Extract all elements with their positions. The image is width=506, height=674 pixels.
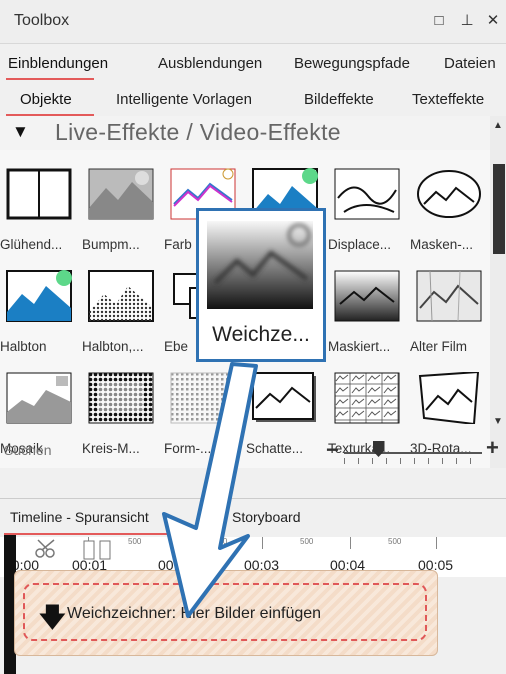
close-button[interactable]: ✕ bbox=[482, 10, 504, 32]
effect-item[interactable]: Alter Film bbox=[410, 256, 490, 358]
ruler-tick bbox=[176, 537, 177, 549]
maximize-button[interactable]: □ bbox=[428, 10, 450, 32]
image-drop-zone[interactable]: 🡇 Weichzeichner: Hier Bilder einfügen bbox=[14, 570, 438, 656]
zoom-in-icon[interactable]: + bbox=[486, 435, 499, 461]
ruler-tick bbox=[350, 537, 351, 549]
subcategory-tabs: Objekte Intelligente Vorlagen Bildeffekt… bbox=[0, 84, 506, 116]
effect-item[interactable]: Bumpm... bbox=[82, 154, 162, 256]
halftone-bw-effect-icon bbox=[88, 270, 154, 322]
collapse-triangle-icon[interactable]: ▼ bbox=[12, 122, 29, 142]
old-film-effect-icon bbox=[416, 270, 482, 322]
texture-effect-icon bbox=[334, 372, 400, 424]
tab-storyboard[interactable]: Storyboard bbox=[232, 509, 300, 525]
tab-texteffekte[interactable]: Texteffekte bbox=[412, 91, 484, 108]
tab-bewegungspfade[interactable]: Bewegungspfade bbox=[294, 55, 410, 72]
effect-item[interactable]: Halbton,... bbox=[82, 256, 162, 358]
effect-item[interactable]: Glühend... bbox=[0, 154, 80, 256]
slider-ticks bbox=[344, 458, 482, 464]
zoom-slider[interactable]: − + bbox=[326, 435, 502, 464]
mask-effect-icon bbox=[417, 170, 481, 218]
tab-objekte[interactable]: Objekte bbox=[20, 91, 72, 108]
sub-mark: 500 bbox=[214, 537, 228, 546]
toolbox-titlebar: Toolbox □ ⊥ ✕ bbox=[0, 0, 506, 44]
effect-item[interactable]: Displace... bbox=[328, 154, 408, 256]
scrollbar-thumb[interactable] bbox=[493, 164, 505, 254]
sub-mark: 500 bbox=[388, 537, 402, 546]
scissors-icon[interactable] bbox=[34, 539, 70, 559]
category-tabs: Einblendungen Ausblendungen Bewegungspfa… bbox=[0, 48, 506, 80]
ruler-tick bbox=[262, 537, 263, 549]
displace-effect-icon bbox=[334, 168, 400, 220]
pin-button[interactable]: ⊥ bbox=[456, 10, 478, 32]
effect-label: Alter Film bbox=[410, 339, 467, 354]
slider-knob[interactable] bbox=[372, 441, 385, 457]
tab-timeline-spuransicht[interactable]: Timeline - Spuransicht bbox=[10, 509, 149, 525]
effect-item[interactable]: Masken-... bbox=[410, 154, 490, 256]
section-title: Live-Effekte / Video-Effekte bbox=[55, 119, 341, 145]
effect-item[interactable]: Maskiert... bbox=[328, 256, 408, 358]
effect-label: Halbton,... bbox=[82, 339, 144, 354]
drop-zone-border: 🡇 Weichzeichner: Hier Bilder einfügen bbox=[23, 583, 427, 641]
effect-label: Masken-... bbox=[410, 237, 474, 252]
effect-label: Maskiert... bbox=[328, 339, 391, 354]
sub-mark: 500 bbox=[128, 537, 142, 546]
bumpmap-effect-icon bbox=[88, 168, 154, 220]
mosaic-effect-icon bbox=[6, 372, 72, 424]
effects-scrollbar[interactable]: ▲ ▼ bbox=[490, 116, 506, 468]
scroll-up-icon[interactable]: ▲ bbox=[493, 120, 503, 131]
masked-effect-icon bbox=[334, 270, 400, 322]
effect-label: Glühend... bbox=[0, 237, 63, 252]
sub-mark: 500 bbox=[300, 537, 314, 546]
effect-item[interactable]: Halbton bbox=[0, 256, 80, 358]
tab-ausblendungen[interactable]: Ausblendungen bbox=[158, 55, 262, 72]
marker-icon[interactable] bbox=[82, 539, 116, 561]
section-header[interactable]: ▼ Live-Effekte / Video-Effekte bbox=[0, 116, 490, 150]
tab-active-underline bbox=[6, 78, 94, 80]
circle-mosaic-effect-icon bbox=[88, 372, 154, 424]
zoom-out-icon[interactable]: − bbox=[326, 437, 339, 463]
drag-preview-label: Weichze... bbox=[212, 323, 310, 346]
tab-bildeffekte[interactable]: Bildeffekte bbox=[304, 91, 374, 108]
effect-label: Bumpm... bbox=[82, 237, 140, 252]
scroll-down-icon[interactable]: ▼ bbox=[493, 416, 503, 427]
glow-effect-icon bbox=[6, 168, 72, 220]
blur-effect-icon bbox=[207, 221, 313, 309]
search-row: − + bbox=[0, 435, 506, 464]
drag-preview-popup: Weichze... bbox=[196, 208, 326, 362]
halftone-effect-icon bbox=[6, 270, 72, 322]
3d-rotation-effect-icon bbox=[418, 372, 480, 424]
down-arrow-icon: 🡇 bbox=[39, 602, 66, 632]
tab-einblendungen[interactable]: Einblendungen bbox=[8, 55, 108, 72]
ruler-tick bbox=[436, 537, 437, 549]
window-title: Toolbox bbox=[14, 12, 70, 29]
shape-mosaic-effect-icon bbox=[170, 372, 236, 424]
effect-label: Displace... bbox=[328, 237, 392, 252]
tab-intelligente-vorlagen[interactable]: Intelligente Vorlagen bbox=[116, 91, 252, 108]
shadow-effect-icon bbox=[252, 372, 316, 422]
effect-label: Halbton bbox=[0, 339, 47, 354]
tab-dateien[interactable]: Dateien bbox=[444, 55, 496, 72]
drop-zone-text: Weichzeichner: Hier Bilder einfügen bbox=[67, 605, 322, 622]
search-input[interactable] bbox=[4, 438, 304, 462]
slider-track bbox=[344, 452, 482, 454]
timeline-tab-underline bbox=[4, 533, 190, 535]
